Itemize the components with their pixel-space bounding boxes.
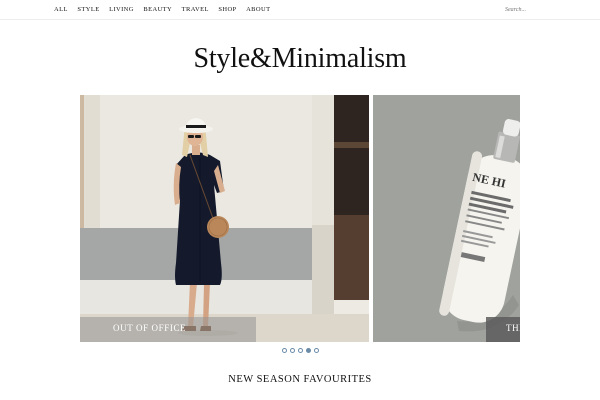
nav-item-living[interactable]: LIVING: [109, 6, 134, 13]
nav-item-travel[interactable]: TRAVEL: [182, 6, 209, 13]
carousel-dot-3[interactable]: [298, 348, 303, 353]
site-title[interactable]: Style&Minimalism: [0, 43, 600, 75]
slide-caption-out-of-office[interactable]: OUT OF OFFICE: [113, 323, 186, 333]
carousel-dot-2[interactable]: [290, 348, 295, 353]
main-nav: ALL STYLE LIVING BEAUTY TRAVEL SHOP ABOU…: [54, 6, 280, 13]
search-input[interactable]: [505, 4, 550, 15]
carousel-pagination: [282, 348, 319, 353]
section-title-new-season: NEW SEASON FAVOURITES: [228, 374, 372, 385]
nav-item-about[interactable]: ABOUT: [246, 6, 270, 13]
nav-item-all[interactable]: ALL: [54, 6, 68, 13]
nav-item-style[interactable]: STYLE: [77, 6, 99, 13]
carousel-dot-4[interactable]: [306, 348, 311, 353]
woman-in-navy-dress-photo: [173, 118, 238, 336]
cleansing-bottle-photo: NE HI: [373, 95, 520, 342]
carousel-dot-1[interactable]: [282, 348, 287, 353]
carousel-slide-next[interactable]: NE HI THE: [373, 95, 520, 342]
carousel-dot-5[interactable]: [314, 348, 319, 353]
slide-caption-next[interactable]: THE: [506, 323, 520, 333]
top-nav-bar: ALL STYLE LIVING BEAUTY TRAVEL SHOP ABOU…: [0, 0, 600, 20]
carousel-slide-out-of-office[interactable]: OUT OF OFFICE: [80, 95, 369, 342]
nav-item-beauty[interactable]: BEAUTY: [143, 6, 172, 13]
nav-item-shop[interactable]: SHOP: [218, 6, 236, 13]
